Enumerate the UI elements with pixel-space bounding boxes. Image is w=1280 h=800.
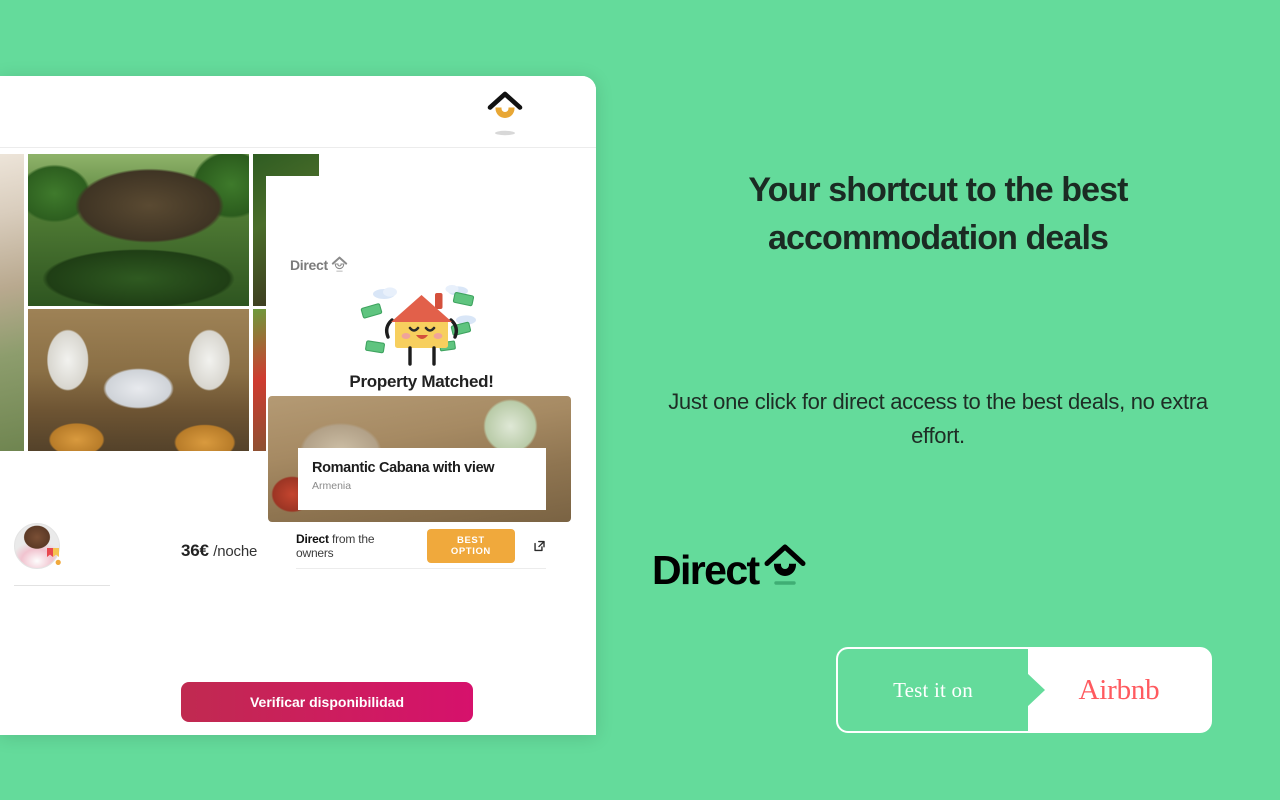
house-icon (764, 544, 806, 585)
test-on-airbnb-button[interactable]: Test it on Airbnb (836, 647, 1212, 733)
house-icon (331, 256, 348, 272)
promo-panel: Your shortcut to the best accommodation … (596, 0, 1280, 800)
extension-popup: Direct Property Matched! Romantic Cabana… (266, 176, 577, 664)
happy-house-with-money-illustration (360, 285, 476, 366)
extension-logo-text: Direct (290, 257, 328, 273)
pill-right-section: Airbnb (1028, 649, 1210, 731)
matched-property-card[interactable]: Romantic Cabana with view Armenia (268, 396, 571, 522)
host-section (14, 523, 110, 586)
direct-word: Direct (296, 532, 329, 546)
pill-left-section: Test it on (838, 649, 1045, 731)
property-title: Romantic Cabana with view (312, 460, 495, 476)
direct-from-owners-label: Direct from the owners (296, 532, 407, 560)
matched-title: Property Matched! (349, 372, 494, 391)
chevron-right-icon (1027, 673, 1045, 707)
price-row: 36€ /noche (181, 541, 257, 561)
brand-logo-text: Direct (652, 547, 760, 593)
page-title: Your shortcut to the best accommodation … (748, 171, 1128, 258)
property-location: Armenia (312, 480, 352, 492)
check-availability-button[interactable]: Verificar disponibilidad (181, 682, 473, 722)
price-amount: 36€ (181, 541, 209, 560)
listing-photo[interactable] (0, 154, 24, 451)
avatar[interactable] (14, 523, 62, 569)
browser-window: 36€ /noche Verificar disponibilidad Este… (0, 76, 596, 735)
property-card-footer: Direct from the owners BEST OPTION (296, 528, 546, 564)
promo-subtext: Just one click for direct access to the … (668, 389, 1208, 449)
listing-page-content: 36€ /noche Verificar disponibilidad Este… (0, 148, 596, 735)
divider (14, 585, 110, 586)
best-option-badge[interactable]: BEST OPTION (426, 529, 515, 563)
property-caption: Romantic Cabana with view Armenia (298, 448, 546, 510)
superhost-medal-icon (47, 548, 62, 567)
direct-house-icon[interactable] (486, 90, 524, 136)
external-link-icon[interactable] (533, 539, 546, 553)
listing-photo[interactable] (28, 309, 249, 451)
listing-photo[interactable] (28, 154, 249, 306)
divider (296, 568, 546, 569)
price-unit: /noche (213, 543, 258, 560)
extension-toolbar (0, 76, 596, 148)
extension-logo: Direct (290, 256, 348, 274)
airbnb-label: Airbnb (1078, 673, 1160, 706)
brand-logo: Direct (652, 543, 809, 591)
pill-left-label: Test it on (893, 677, 973, 702)
